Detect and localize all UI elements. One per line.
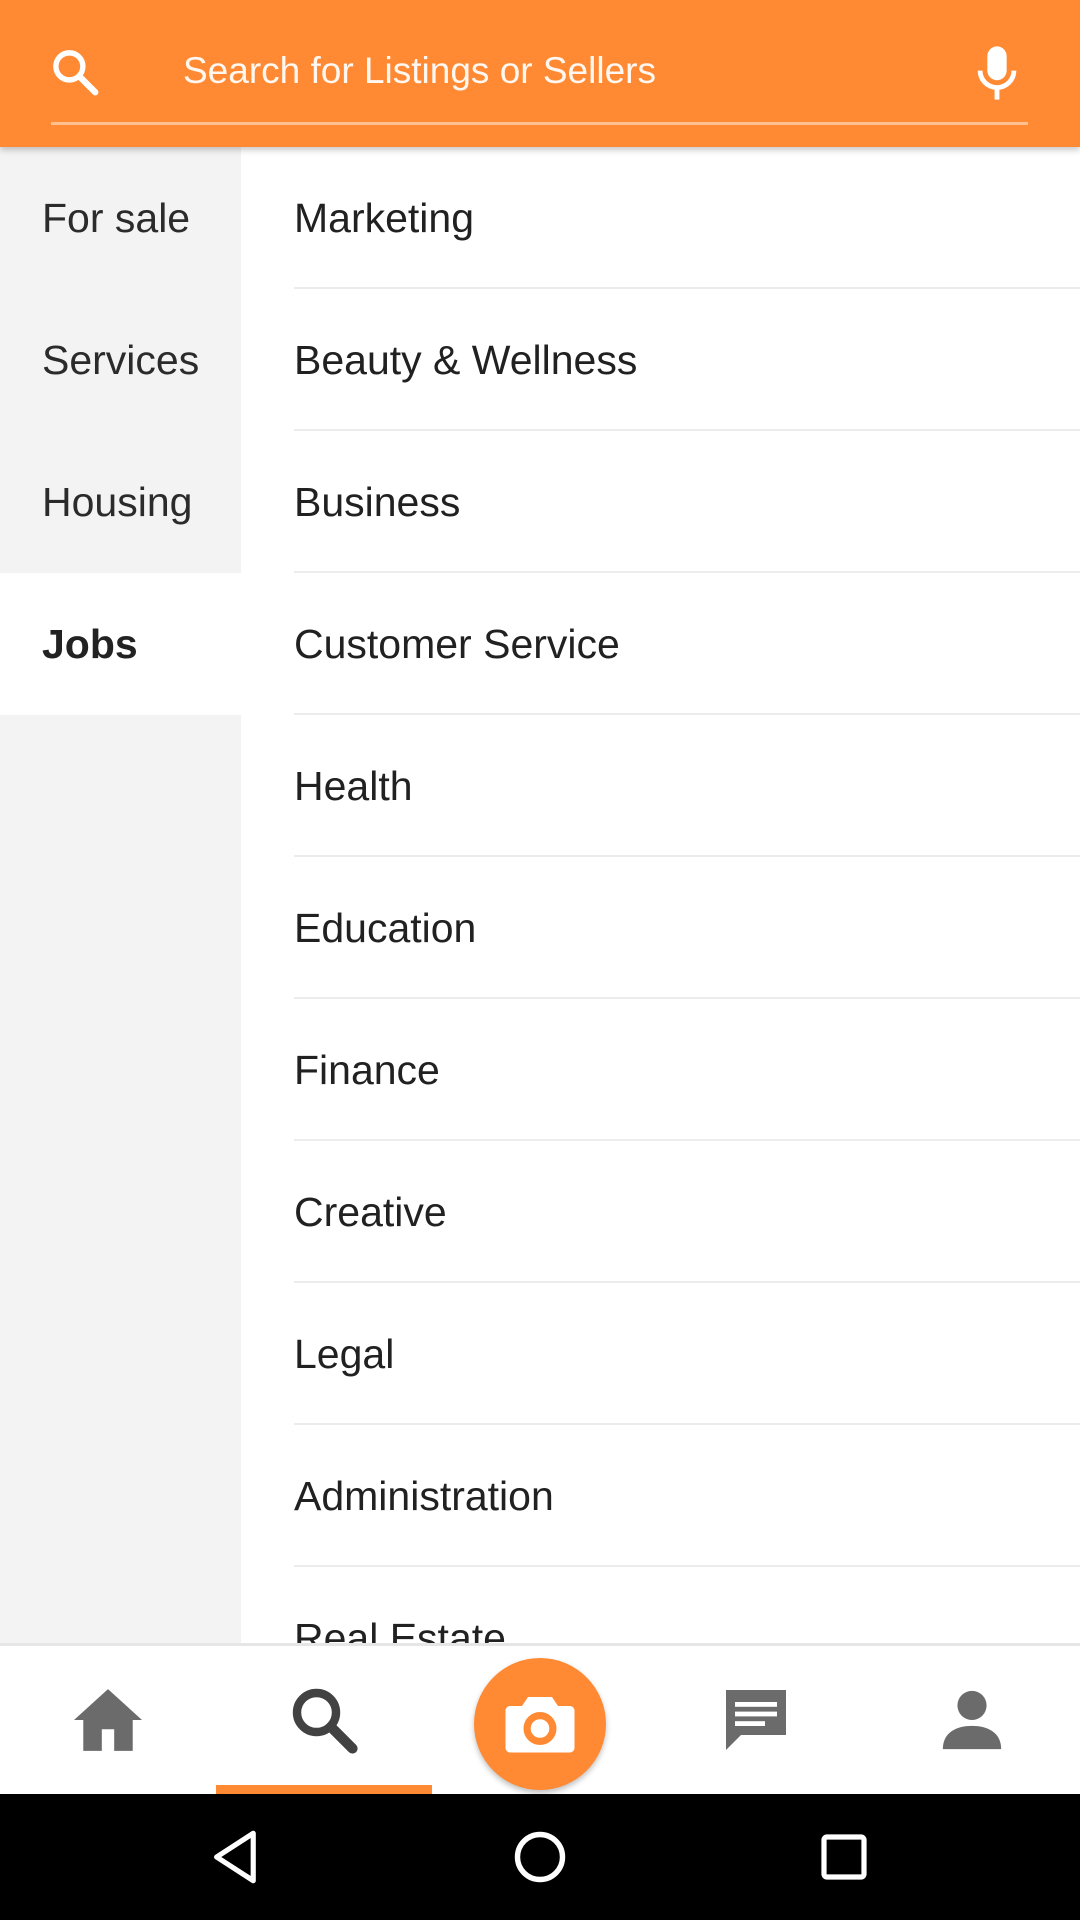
- subcategory-label: Customer Service: [294, 620, 620, 667]
- nav-profile[interactable]: [864, 1646, 1080, 1794]
- search-icon[interactable]: [48, 45, 102, 99]
- category-sidebar: For sale Services Housing Jobs: [0, 147, 241, 1643]
- category-label: Housing: [42, 478, 193, 525]
- subcategory-label: Health: [294, 762, 413, 809]
- search-input[interactable]: Search for Listings or Sellers: [183, 50, 656, 92]
- subcategory-label: Marketing: [294, 194, 475, 241]
- list-item[interactable]: Creative: [241, 1141, 1080, 1283]
- system-recents-button[interactable]: [754, 1794, 934, 1920]
- subcategory-label: Legal: [294, 1330, 395, 1377]
- subcategory-list: Marketing Beauty & Wellness Business Cus…: [241, 147, 1080, 1643]
- category-label: Services: [42, 336, 200, 383]
- subcategory-label: Education: [294, 904, 477, 951]
- list-item[interactable]: Health: [241, 715, 1080, 857]
- system-back-button[interactable]: [146, 1794, 326, 1920]
- list-item[interactable]: Customer Service: [241, 573, 1080, 715]
- category-item-for-sale[interactable]: For sale: [0, 147, 241, 289]
- nav-messages[interactable]: [648, 1646, 864, 1794]
- category-item-services[interactable]: Services: [0, 289, 241, 431]
- subcategory-label: Administration: [294, 1472, 554, 1519]
- home-icon: [74, 1689, 142, 1751]
- list-item[interactable]: Marketing: [241, 147, 1080, 289]
- subcategory-label: Business: [294, 478, 461, 525]
- nav-search[interactable]: [216, 1646, 432, 1794]
- bottom-nav: [0, 1643, 1080, 1794]
- category-item-housing[interactable]: Housing: [0, 431, 241, 573]
- nav-home[interactable]: [0, 1646, 216, 1794]
- back-icon: [214, 1830, 256, 1884]
- list-item[interactable]: Real Estate: [241, 1567, 1080, 1644]
- list-item[interactable]: Legal: [241, 1283, 1080, 1425]
- subcategory-label: Finance: [294, 1046, 440, 1093]
- subcategory-label: Beauty & Wellness: [294, 336, 638, 383]
- selected-tab-indicator: [216, 1785, 432, 1794]
- subcategory-label: Real Estate: [294, 1614, 506, 1644]
- profile-icon: [942, 1690, 1002, 1750]
- system-home-button[interactable]: [450, 1794, 630, 1920]
- recents-icon: [821, 1834, 867, 1880]
- list-item[interactable]: Education: [241, 857, 1080, 999]
- list-item[interactable]: Business: [241, 431, 1080, 573]
- subcategory-label: Creative: [294, 1188, 447, 1235]
- category-label: Jobs: [42, 620, 138, 667]
- search-header: Search for Listings or Sellers: [0, 0, 1080, 147]
- category-label: For sale: [42, 194, 191, 241]
- list-item[interactable]: Beauty & Wellness: [241, 289, 1080, 431]
- category-item-jobs[interactable]: Jobs: [0, 573, 241, 715]
- system-nav-bar: [0, 1794, 1080, 1920]
- chat-icon: [726, 1690, 786, 1750]
- camera-button[interactable]: [474, 1658, 606, 1790]
- list-item[interactable]: Finance: [241, 999, 1080, 1141]
- list-item[interactable]: Administration: [241, 1425, 1080, 1567]
- mic-icon[interactable]: [972, 44, 1022, 102]
- camera-icon: [505, 1697, 575, 1753]
- home-circle-icon: [514, 1831, 566, 1883]
- search-underline: [51, 122, 1028, 125]
- search-icon: [292, 1688, 358, 1754]
